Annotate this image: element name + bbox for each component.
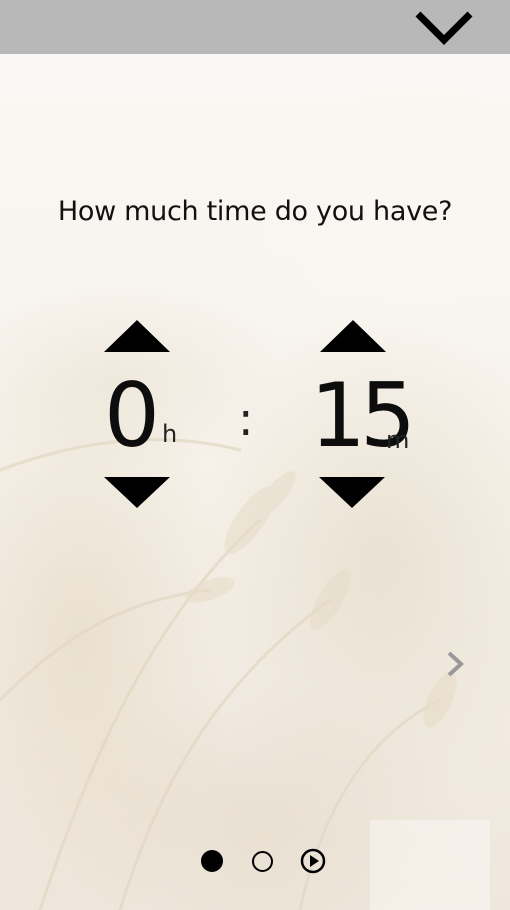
triangle-up-icon bbox=[104, 320, 170, 352]
play-page-button[interactable] bbox=[300, 848, 326, 874]
page-indicator bbox=[200, 848, 330, 874]
wheat-background-image bbox=[0, 0, 510, 910]
minutes-unit: m bbox=[386, 426, 410, 454]
minutes-increment-button[interactable] bbox=[320, 320, 386, 354]
chevron-down-icon bbox=[415, 11, 473, 45]
top-bar bbox=[0, 0, 510, 54]
corner-panel bbox=[370, 820, 490, 910]
next-button[interactable] bbox=[444, 650, 468, 678]
triangle-up-icon bbox=[320, 320, 386, 352]
minutes-decrement-button[interactable] bbox=[319, 476, 385, 510]
play-circle-icon bbox=[300, 848, 326, 874]
triangle-down-icon bbox=[104, 477, 170, 508]
app-screen: How much time do you have? 0 h : 15 m bbox=[0, 0, 510, 910]
time-separator: : bbox=[238, 392, 254, 446]
hours-value: 0 bbox=[104, 364, 160, 467]
hours-unit: h bbox=[162, 420, 178, 448]
hours-increment-button[interactable] bbox=[104, 320, 170, 354]
page-dot-1-active[interactable] bbox=[201, 850, 223, 872]
hours-decrement-button[interactable] bbox=[104, 476, 170, 510]
triangle-down-icon bbox=[319, 477, 385, 508]
chevron-right-icon bbox=[447, 651, 464, 677]
collapse-button[interactable] bbox=[412, 4, 476, 50]
page-dot-2[interactable] bbox=[252, 851, 273, 872]
time-question: How much time do you have? bbox=[57, 196, 453, 227]
